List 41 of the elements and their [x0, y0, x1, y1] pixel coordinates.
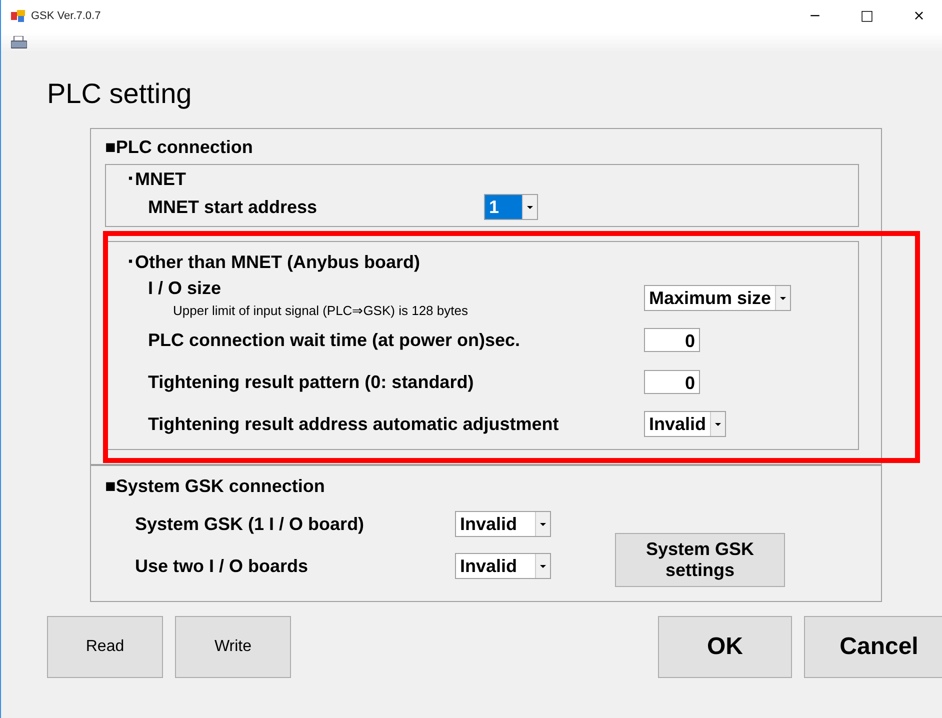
number-field[interactable]: 0	[644, 370, 700, 394]
system-gsk-settings-button[interactable]: System GSK settings	[615, 533, 785, 587]
section-title: ･MNET	[126, 169, 187, 190]
caret-icon	[780, 296, 786, 300]
field-label: I / O size	[148, 278, 222, 299]
app-icon	[11, 10, 25, 22]
caret-icon	[540, 522, 546, 526]
window-control[interactable]: ×	[896, 0, 942, 32]
option-dropdown[interactable]: Invalid	[455, 511, 551, 537]
field-label: Tightening result pattern (0: standard)	[148, 372, 475, 392]
dialog-button[interactable]: Read	[47, 616, 163, 678]
address-dropdown[interactable]: 1	[484, 194, 538, 220]
option-dropdown[interactable]: Invalid	[455, 553, 551, 579]
group-title: ■System GSK connection	[105, 476, 326, 497]
printer-icon[interactable]	[11, 36, 27, 48]
dropdown-value: Invalid	[648, 413, 708, 436]
section-title: ･Other than MNET (Anybus board)	[126, 252, 421, 273]
window-control[interactable]: □	[844, 0, 890, 32]
caret-icon	[527, 206, 533, 208]
number-field[interactable]: 0	[644, 328, 700, 352]
dialog-button[interactable]: Write	[175, 616, 291, 678]
option-dropdown[interactable]: Maximum size	[644, 285, 792, 311]
caret-icon	[540, 564, 546, 568]
option-dropdown[interactable]: Invalid	[644, 411, 726, 437]
field-label: MNET start address	[148, 196, 318, 218]
window-control[interactable]: −	[792, 0, 838, 32]
dropdown-value: 1	[485, 195, 522, 219]
field-label: System GSK (1 I / O board)	[135, 514, 366, 534]
field-label: PLC connection wait time (at power on)sec.	[148, 330, 522, 350]
field-note: Upper limit of input signal (PLC⇒GSK) is 128 bytes	[172, 303, 469, 318]
group-title: ■PLC connection	[105, 137, 254, 158]
dropdown-value: Invalid	[459, 513, 518, 536]
caret-icon	[715, 422, 722, 426]
window-title: GSK Ver.7.0.7	[31, 10, 101, 22]
dialog-button[interactable]: OK	[658, 616, 792, 678]
field-label: Tightening result address automatic adjustment	[148, 414, 560, 434]
dialog-button[interactable]: Cancel	[804, 616, 942, 678]
field-label: Use two I / O boards	[135, 556, 310, 576]
dropdown-value: Invalid	[459, 555, 518, 578]
dropdown-value: Maximum size	[648, 287, 772, 310]
page-heading: PLC setting	[47, 78, 193, 110]
